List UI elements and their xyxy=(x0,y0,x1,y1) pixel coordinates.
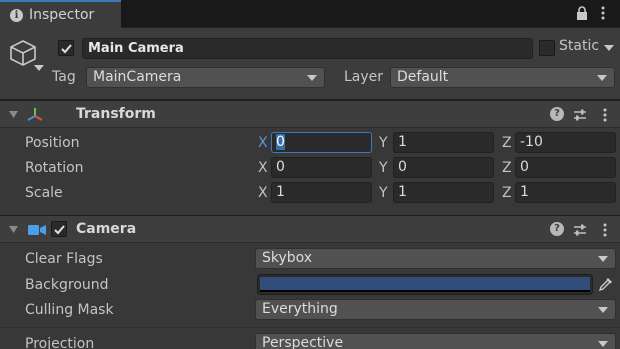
transform-title: Transform xyxy=(76,106,156,122)
background-alpha-bar xyxy=(260,290,590,292)
info-icon: i xyxy=(10,8,23,22)
lock-icon[interactable] xyxy=(576,6,588,20)
tab-inspector-label: Inspector xyxy=(29,7,95,23)
chevron-down-icon xyxy=(597,75,607,81)
clear-flags-value: Skybox xyxy=(262,250,313,266)
help-icon[interactable]: ? xyxy=(550,222,564,236)
preset-sliders-icon[interactable] xyxy=(573,108,587,122)
layer-label: Layer xyxy=(344,69,384,85)
camera-enabled-checkbox[interactable] xyxy=(51,221,67,237)
chevron-down-icon xyxy=(598,341,608,347)
kebab-menu-icon[interactable] xyxy=(600,5,606,21)
gameobject-name-input[interactable]: Main Camera xyxy=(82,38,533,59)
rotation-label: Rotation xyxy=(25,160,84,176)
eyedropper-icon[interactable] xyxy=(598,276,614,292)
help-icon[interactable]: ? xyxy=(550,107,564,121)
projection-label: Projection xyxy=(25,336,95,349)
camera-icon xyxy=(28,225,46,235)
tag-label: Tag xyxy=(52,69,76,85)
tab-inspector[interactable]: i Inspector xyxy=(0,0,121,28)
active-checkbox[interactable] xyxy=(58,40,74,56)
tab-bar: i Inspector xyxy=(0,0,620,28)
rotation-x-axis-label[interactable]: X xyxy=(258,160,268,176)
transform-axes-icon xyxy=(27,108,43,121)
rotation-x-field[interactable]: 0 xyxy=(271,157,372,178)
scale-z-field[interactable]: 1 xyxy=(515,182,616,203)
clear-flags-label: Clear Flags xyxy=(25,251,103,267)
background-color-swatch xyxy=(260,277,590,290)
chevron-down-icon[interactable] xyxy=(34,64,44,72)
preset-sliders-icon[interactable] xyxy=(573,223,587,237)
position-x-value: 0 xyxy=(276,134,285,150)
projection-dropdown[interactable]: Perspective xyxy=(255,333,616,349)
position-x-field[interactable]: 0 xyxy=(271,132,372,153)
clear-flags-dropdown[interactable]: Skybox xyxy=(255,248,616,269)
layer-value: Default xyxy=(397,69,449,85)
camera-header[interactable]: Camera ? xyxy=(0,215,620,243)
layer-dropdown[interactable]: Default xyxy=(390,67,615,88)
background-label: Background xyxy=(25,277,109,293)
foldout-arrow-icon[interactable] xyxy=(9,226,18,233)
tag-value: MainCamera xyxy=(93,69,182,85)
scale-label: Scale xyxy=(25,185,63,201)
kebab-menu-icon[interactable] xyxy=(603,222,607,238)
chevron-down-icon xyxy=(307,75,317,81)
check-icon xyxy=(54,225,65,235)
chevron-down-icon xyxy=(598,256,608,262)
culling-mask-label: Culling Mask xyxy=(25,302,114,318)
foldout-arrow-icon[interactable] xyxy=(9,111,18,118)
culling-mask-dropdown[interactable]: Everything xyxy=(255,299,616,320)
scale-y-field[interactable]: 1 xyxy=(393,182,494,203)
scale-x-field[interactable]: 1 xyxy=(271,182,372,203)
position-label: Position xyxy=(25,135,80,151)
culling-mask-value: Everything xyxy=(262,301,338,317)
background-color-field[interactable] xyxy=(257,274,593,295)
position-y-field[interactable]: 1 xyxy=(393,132,494,153)
scale-y-axis-label[interactable]: Y xyxy=(379,185,388,201)
static-label: Static xyxy=(559,38,600,54)
transform-header[interactable]: Transform ? xyxy=(0,100,620,128)
tag-dropdown[interactable]: MainCamera xyxy=(86,67,325,88)
gameobject-header: Main Camera Static Tag MainCamera Layer … xyxy=(0,28,620,100)
rotation-z-field[interactable]: 0 xyxy=(515,157,616,178)
chevron-down-icon[interactable] xyxy=(604,45,614,52)
scale-x-axis-label[interactable]: X xyxy=(258,185,268,201)
camera-title: Camera xyxy=(76,221,137,237)
divider xyxy=(0,327,620,328)
position-y-axis-label[interactable]: Y xyxy=(379,135,388,151)
kebab-menu-icon[interactable] xyxy=(603,107,607,123)
position-z-field[interactable]: -10 xyxy=(515,132,616,153)
projection-value: Perspective xyxy=(262,335,344,349)
position-x-axis-label[interactable]: X xyxy=(258,135,268,151)
position-z-axis-label[interactable]: Z xyxy=(502,135,512,151)
static-checkbox[interactable] xyxy=(539,40,555,56)
rotation-y-axis-label[interactable]: Y xyxy=(379,160,388,176)
check-icon xyxy=(61,44,72,54)
rotation-y-field[interactable]: 0 xyxy=(393,157,494,178)
chevron-down-icon xyxy=(598,307,608,313)
scale-z-axis-label[interactable]: Z xyxy=(502,185,512,201)
rotation-z-axis-label[interactable]: Z xyxy=(502,160,512,176)
